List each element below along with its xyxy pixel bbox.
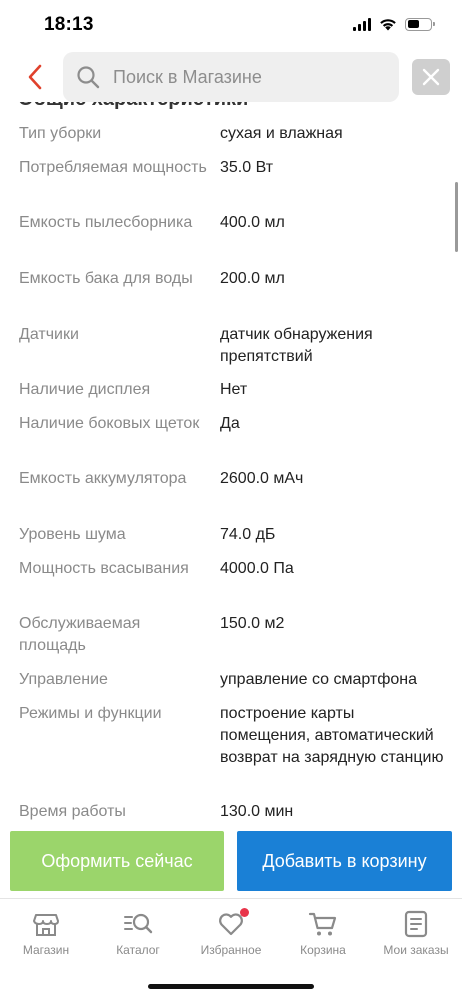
heart-icon xyxy=(216,908,249,939)
catalog-search-icon xyxy=(123,909,153,939)
spec-label: Наличие боковых щеток xyxy=(19,415,200,432)
spec-label: Управление xyxy=(19,671,108,688)
spec-label: Обслуживаемая площадь xyxy=(19,615,141,654)
spec-label: Емкость пылесборника xyxy=(19,214,193,231)
add-to-cart-button[interactable]: Добавить в корзину xyxy=(237,831,452,891)
search-header xyxy=(0,52,462,102)
spec-label: Емкость аккумулятора xyxy=(19,470,187,487)
tab-label: Корзина xyxy=(300,943,346,957)
spec-value: Да xyxy=(220,415,240,432)
spec-value: управление со смартфона xyxy=(220,671,418,688)
tab-my-orders[interactable]: Мои заказы xyxy=(370,909,462,957)
status-icons xyxy=(353,17,435,31)
tab-favorites[interactable]: Избранное xyxy=(185,908,277,957)
spec-label: Время работы xyxy=(19,803,126,820)
cellular-signal-icon xyxy=(353,17,371,31)
tab-label: Каталог xyxy=(116,943,160,957)
tab-label: Магазин xyxy=(22,943,70,957)
battery-icon xyxy=(405,17,435,31)
search-box[interactable] xyxy=(63,52,399,102)
product-specs-content[interactable]: Общие характеристики Тип уборки сухая и … xyxy=(0,102,462,830)
spec-value: 35.0 Вт xyxy=(220,159,274,176)
spec-label: Тип уборки xyxy=(19,125,102,142)
close-icon xyxy=(422,68,440,86)
home-indicator xyxy=(148,984,314,989)
search-input[interactable] xyxy=(113,66,373,88)
spec-value: 400.0 мл xyxy=(220,214,285,231)
store-icon xyxy=(31,909,61,939)
order-now-button[interactable]: Оформить сейчас xyxy=(10,831,224,891)
spec-label: Уровень шума xyxy=(19,526,126,543)
spec-value: 150.0 м2 xyxy=(220,615,285,632)
tab-store[interactable]: Магазин xyxy=(0,909,92,957)
tab-label: Мои заказы xyxy=(383,943,449,957)
spec-value: 74.0 дБ xyxy=(220,526,276,543)
bottom-tab-bar: Магазин Каталог Избранное Корзина Мои за… xyxy=(0,898,462,966)
back-button[interactable] xyxy=(18,60,52,94)
notification-badge xyxy=(240,908,249,917)
spec-label: Наличие дисплея xyxy=(19,381,151,398)
spec-value: 200.0 мл xyxy=(220,270,285,287)
chevron-left-icon xyxy=(28,64,42,90)
wifi-icon xyxy=(380,19,396,31)
spec-label: Датчики xyxy=(19,326,79,343)
spec-label: Потребляемая мощность xyxy=(19,159,207,176)
tab-label: Избранное xyxy=(200,943,262,957)
action-bar: Оформить сейчас Добавить в корзину xyxy=(0,831,462,893)
spec-label: Емкость бака для воды xyxy=(19,270,193,287)
spec-value: построение карты помещения, автоматическ… xyxy=(220,705,444,766)
close-search-button[interactable] xyxy=(412,59,450,95)
spec-value: 130.0 мин xyxy=(220,803,294,820)
section-title: Общие характеристики xyxy=(18,102,248,111)
spec-value: 2600.0 мАч xyxy=(220,470,304,487)
spec-label: Мощность всасывания xyxy=(19,560,189,577)
spec-label: Режимы и функции xyxy=(19,705,162,722)
spec-value: датчик обнаружения препятствий xyxy=(220,326,373,365)
spec-value: сухая и влажная xyxy=(220,125,343,142)
orders-icon xyxy=(401,909,431,939)
tab-catalog[interactable]: Каталог xyxy=(92,909,184,957)
spec-value: 4000.0 Па xyxy=(220,560,294,577)
tab-cart[interactable]: Корзина xyxy=(277,909,369,957)
spec-value: Нет xyxy=(220,381,248,398)
cart-icon xyxy=(308,909,338,939)
status-bar: 18:13 xyxy=(0,0,462,50)
status-time: 18:13 xyxy=(44,14,94,35)
search-icon xyxy=(75,64,101,90)
scrollbar[interactable] xyxy=(455,182,458,252)
